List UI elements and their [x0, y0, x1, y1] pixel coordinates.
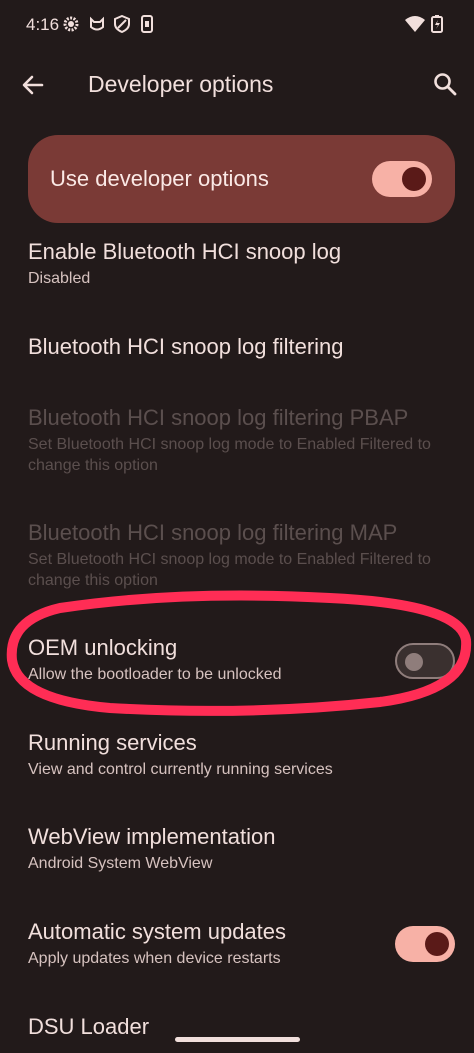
switch-thumb — [405, 653, 423, 671]
use-developer-options-row[interactable]: Use developer options — [28, 135, 455, 223]
item-subtitle: Set Bluetooth HCI snoop log mode to Enab… — [28, 551, 431, 589]
use-developer-options-label: Use developer options — [50, 166, 269, 191]
item-title: Bluetooth HCI snoop log filtering — [28, 334, 344, 359]
battery-charging-icon — [431, 15, 443, 33]
item-subtitle: Android System WebView — [28, 855, 213, 872]
item-title: Bluetooth HCI snoop log filtering PBAP — [28, 405, 409, 430]
item-title: OEM unlocking — [28, 635, 178, 660]
item-title: Enable Bluetooth HCI snoop log — [28, 239, 342, 264]
status-bar: 4:16 — [0, 0, 474, 52]
list-item-bt-hci-filtering-map: Bluetooth HCI snoop log filtering MAP Se… — [28, 519, 448, 591]
item-subtitle: Allow the bootloader to be unlocked — [28, 666, 282, 683]
developer-options-switch[interactable] — [372, 161, 432, 197]
status-time: 4:16 — [26, 15, 60, 34]
wifi-icon — [405, 16, 425, 32]
list-item-bt-hci-filtering-pbap: Bluetooth HCI snoop log filtering PBAP S… — [28, 404, 448, 476]
top-app-bar: Developer options — [0, 52, 474, 116]
item-subtitle: View and control currently running servi… — [28, 761, 333, 778]
page-title: Developer options — [88, 71, 274, 97]
switch-thumb — [402, 167, 426, 191]
settings-gear-icon — [63, 16, 79, 32]
item-subtitle: Apply updates when device restarts — [28, 950, 281, 967]
oem-unlocking-switch[interactable] — [395, 643, 455, 679]
list-item-oem-unlocking[interactable]: OEM unlocking Allow the bootloader to be… — [28, 634, 368, 685]
item-title: Automatic system updates — [28, 919, 287, 944]
item-title: WebView implementation — [28, 824, 276, 849]
shield-icon — [114, 15, 130, 33]
automatic-updates-switch[interactable] — [395, 926, 455, 962]
list-item-bt-hci-snoop-log[interactable]: Enable Bluetooth HCI snoop log Disabled — [28, 238, 448, 289]
item-title: Bluetooth HCI snoop log filtering MAP — [28, 520, 398, 545]
back-arrow-icon[interactable] — [20, 72, 46, 98]
switch-thumb — [425, 932, 449, 956]
item-title: Running services — [28, 730, 197, 755]
gesture-nav-handle[interactable] — [175, 1037, 300, 1042]
cat-face-icon — [90, 16, 104, 31]
list-item-running-services[interactable]: Running services View and control curren… — [28, 729, 448, 780]
list-item-bt-hci-snoop-filtering[interactable]: Bluetooth HCI snoop log filtering — [28, 333, 448, 361]
list-item-webview-implementation[interactable]: WebView implementation Android System We… — [28, 823, 448, 874]
search-icon[interactable] — [432, 71, 458, 97]
item-subtitle: Set Bluetooth HCI snoop log mode to Enab… — [28, 436, 431, 474]
phone-vibrate-icon — [141, 15, 153, 33]
item-subtitle: Disabled — [28, 270, 91, 287]
list-item-automatic-system-updates[interactable]: Automatic system updates Apply updates w… — [28, 918, 368, 969]
